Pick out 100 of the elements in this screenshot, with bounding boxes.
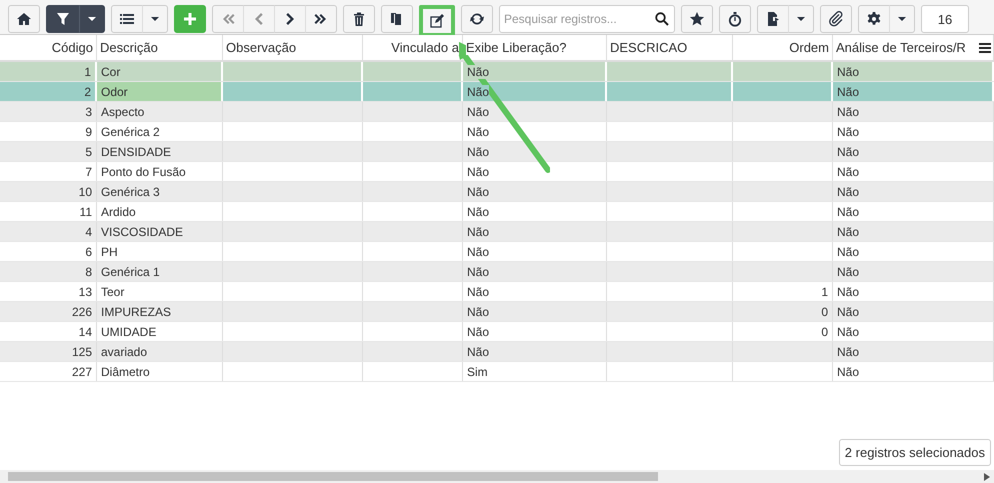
column-header[interactable]: Código — [52, 40, 93, 55]
table-cell: VISCOSIDADE — [101, 224, 184, 238]
refresh-icon — [469, 11, 485, 27]
column-header[interactable]: DESCRICAO — [610, 40, 688, 55]
export-button[interactable] — [757, 5, 789, 33]
table-cell: 226 — [72, 304, 92, 318]
table-cell: 2 — [84, 84, 91, 98]
filter-icon — [55, 11, 71, 27]
column-header[interactable]: Exibe Liberação? — [466, 40, 566, 55]
copy-button[interactable] — [381, 5, 413, 33]
table-cell: 9 — [85, 124, 92, 138]
column-header[interactable]: Análise de Terceiros/R — [836, 40, 966, 55]
table-row[interactable]: 11 Ardido Não Não — [0, 202, 994, 222]
plus-icon — [182, 11, 198, 27]
table-cell: Não — [837, 64, 860, 78]
table-cell: 7 — [85, 164, 92, 178]
table-cell: Não — [837, 84, 860, 98]
list-icon — [119, 11, 135, 27]
table-cell: Genérica 2 — [101, 124, 160, 138]
list-button[interactable] — [111, 5, 143, 33]
table-cell: Não — [837, 364, 860, 378]
record-count: 16 — [921, 5, 969, 33]
table-cell: Não — [837, 304, 860, 318]
favorite-button[interactable] — [681, 5, 713, 33]
dropdown-button[interactable] — [79, 5, 105, 33]
column-header[interactable]: Vinculado a — [391, 40, 459, 55]
horizontal-scrollbar[interactable] — [0, 470, 994, 483]
column-header[interactable]: Observação — [226, 40, 296, 55]
filter-button[interactable] — [46, 5, 80, 33]
home-button[interactable] — [8, 5, 40, 33]
edit-icon — [429, 13, 445, 29]
table-row[interactable]: 226 IMPUREZAS Não 0 Não — [0, 302, 994, 322]
trash-icon — [351, 11, 367, 27]
table-cell: 227 — [72, 364, 92, 378]
table-row[interactable]: 6 PH Não Não — [0, 242, 994, 262]
edit-button[interactable] — [419, 5, 455, 37]
home-icon — [16, 11, 32, 27]
table-cell: 4 — [85, 224, 92, 238]
table-cell: Não — [837, 344, 860, 358]
table-cell: Não — [467, 204, 490, 218]
last-button[interactable] — [305, 5, 337, 33]
table-cell: Não — [837, 324, 860, 338]
search-field[interactable]: Pesquisar registros... — [499, 5, 675, 33]
table-cell: Não — [837, 264, 860, 278]
table-cell: Não — [837, 104, 860, 118]
delete-button[interactable] — [343, 5, 375, 33]
table-row[interactable]: 8 Genérica 1 Não Não — [0, 262, 994, 282]
refresh-button[interactable] — [461, 5, 493, 33]
table-cell: 125 — [72, 344, 92, 358]
table-cell: Diâmetro — [101, 364, 150, 378]
table-row[interactable]: 10 Genérica 3 Não Não — [0, 182, 994, 202]
search-icon — [655, 12, 669, 26]
table-cell: 5 — [85, 144, 92, 158]
table-cell: Não — [837, 284, 860, 298]
table-row[interactable]: 4 VISCOSIDADE Não Não — [0, 222, 994, 242]
table-cell: 14 — [78, 324, 92, 338]
table-cell: DENSIDADE — [101, 144, 172, 158]
table-row[interactable]: 1 Cor Não Não — [0, 62, 994, 82]
column-header[interactable]: Ordem — [789, 40, 829, 55]
table-cell: 0 — [821, 324, 828, 338]
table-cell: 6 — [85, 244, 92, 258]
table-row[interactable]: 125 avariado Não Não — [0, 342, 994, 362]
table-cell: Não — [467, 184, 490, 198]
table-cell: Teor — [101, 284, 124, 298]
table-cell: Não — [837, 224, 860, 238]
table-cell: Não — [467, 224, 490, 238]
table-cell: Não — [837, 164, 860, 178]
scroll-right-icon[interactable] — [984, 473, 990, 481]
table-cell: Não — [467, 144, 490, 158]
table-row[interactable]: 5 DENSIDADE Não Não — [0, 142, 994, 162]
table-row[interactable]: 14 UMIDADE Não 0 Não — [0, 322, 994, 342]
settings-button[interactable] — [858, 5, 890, 33]
settings-icon — [866, 11, 882, 27]
table-cell: Não — [467, 164, 490, 178]
table-row[interactable]: 227 Diâmetro Sim Não — [0, 362, 994, 382]
add-button[interactable] — [174, 5, 206, 33]
attach-button[interactable] — [820, 5, 852, 33]
table-cell: 3 — [85, 104, 92, 118]
table-cell: Não — [837, 204, 860, 218]
table-cell: Ponto do Fusão — [101, 164, 186, 178]
table-row[interactable]: 13 Teor Não 1 Não — [0, 282, 994, 302]
table-cell: Odor — [101, 84, 128, 98]
table-cell: Não — [467, 264, 490, 278]
table-cell: UMIDADE — [101, 324, 156, 338]
table-row[interactable]: 3 Aspecto Não Não — [0, 102, 994, 122]
table-cell: Genérica 1 — [101, 264, 160, 278]
table-cell: Cor — [101, 64, 120, 78]
next-button[interactable] — [274, 5, 306, 33]
table-row[interactable]: 7 Ponto do Fusão Não Não — [0, 162, 994, 182]
paperclip-icon — [828, 11, 844, 27]
stopwatch-icon — [727, 11, 743, 27]
menu-icon[interactable] — [978, 43, 992, 53]
table-row[interactable]: 9 Genérica 2 Não Não — [0, 122, 994, 142]
timer-button[interactable] — [719, 5, 751, 33]
table-cell: Não — [467, 64, 490, 78]
column-header[interactable]: Descrição — [100, 40, 158, 55]
table-cell: Sim — [467, 364, 488, 378]
table-cell: 10 — [78, 184, 92, 198]
table-cell: Não — [837, 124, 860, 138]
table-row[interactable]: 2 Odor Não Não — [0, 82, 994, 102]
